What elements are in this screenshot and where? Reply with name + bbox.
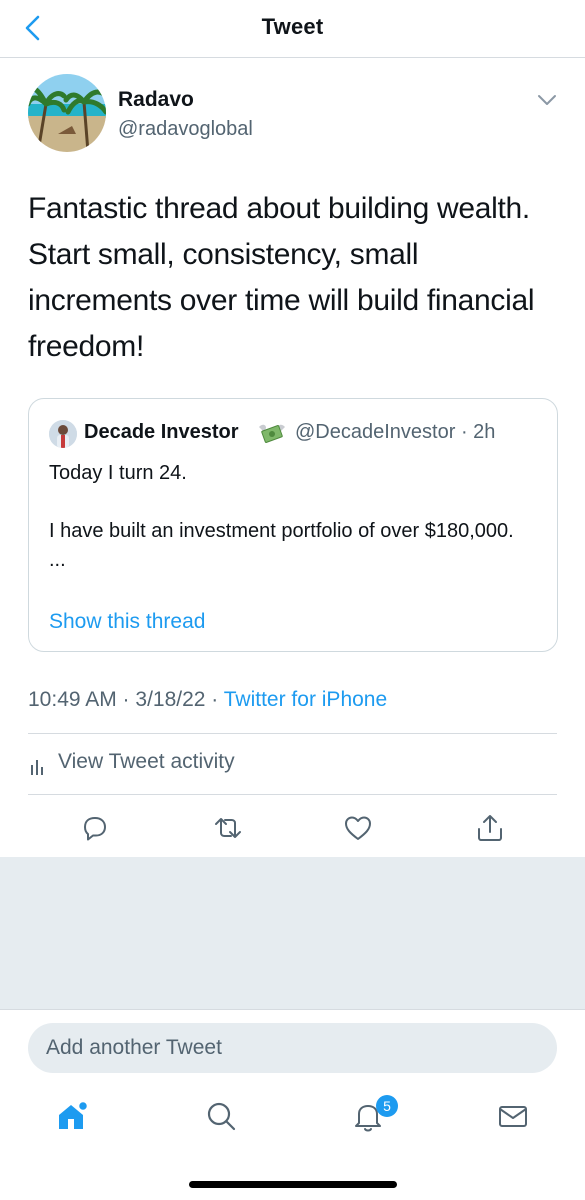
retweet-icon[interactable] — [212, 812, 244, 844]
like-icon[interactable] — [342, 812, 374, 844]
home-icon[interactable] — [54, 1098, 90, 1134]
author-name[interactable]: Radavo — [118, 88, 194, 112]
empty-replies-area — [0, 857, 585, 1009]
home-indicator[interactable] — [189, 1181, 397, 1188]
quoted-handle-time[interactable]: @DecadeInvestor · 2h — [295, 421, 495, 444]
author-handle[interactable]: @radavoglobal — [118, 118, 253, 141]
money-with-wings-icon — [257, 419, 287, 447]
page-title: Tweet — [261, 14, 324, 39]
search-icon[interactable] — [203, 1098, 239, 1134]
divider — [28, 733, 557, 734]
notification-badge[interactable]: 5 — [376, 1095, 398, 1117]
add-tweet-placeholder: Add another Tweet — [46, 1036, 222, 1059]
tweet-action-bar — [0, 812, 585, 844]
add-tweet-input[interactable]: Add another Tweet — [28, 1023, 557, 1073]
show-thread-link[interactable]: Show this thread — [49, 610, 205, 634]
tweet-text: Fantastic thread about building wealth. … — [28, 192, 535, 363]
mail-icon[interactable] — [495, 1098, 531, 1134]
bottom-panel: Add another Tweet — [0, 1009, 585, 1200]
divider — [28, 794, 557, 795]
tweet-source-link[interactable]: Twitter for iPhone — [224, 688, 387, 711]
top-navigation-bar: Tweet — [0, 0, 585, 58]
tweet-time-date: 10:49 AM · 3/18/22 · — [28, 688, 224, 711]
tweet-timestamp: 10:49 AM · 3/18/22 · Twitter for iPhone — [28, 688, 387, 712]
tweet-author[interactable]: Radavo @radavoglobal — [28, 74, 558, 154]
view-tweet-activity-label[interactable]: View Tweet activity — [58, 750, 235, 774]
share-icon[interactable] — [474, 812, 506, 844]
quoted-tweet-text: Today I turn 24. I have built an investm… — [49, 462, 514, 571]
quoted-author-name[interactable]: Decade Investor — [84, 421, 239, 444]
reply-icon[interactable] — [79, 812, 111, 844]
quoted-avatar[interactable] — [49, 420, 77, 448]
avatar[interactable] — [28, 74, 106, 152]
chevron-down-icon[interactable] — [536, 92, 558, 108]
quoted-tweet[interactable]: Decade Investor @DecadeInvestor · 2h Tod… — [28, 398, 558, 652]
bar-chart-icon — [30, 756, 46, 776]
